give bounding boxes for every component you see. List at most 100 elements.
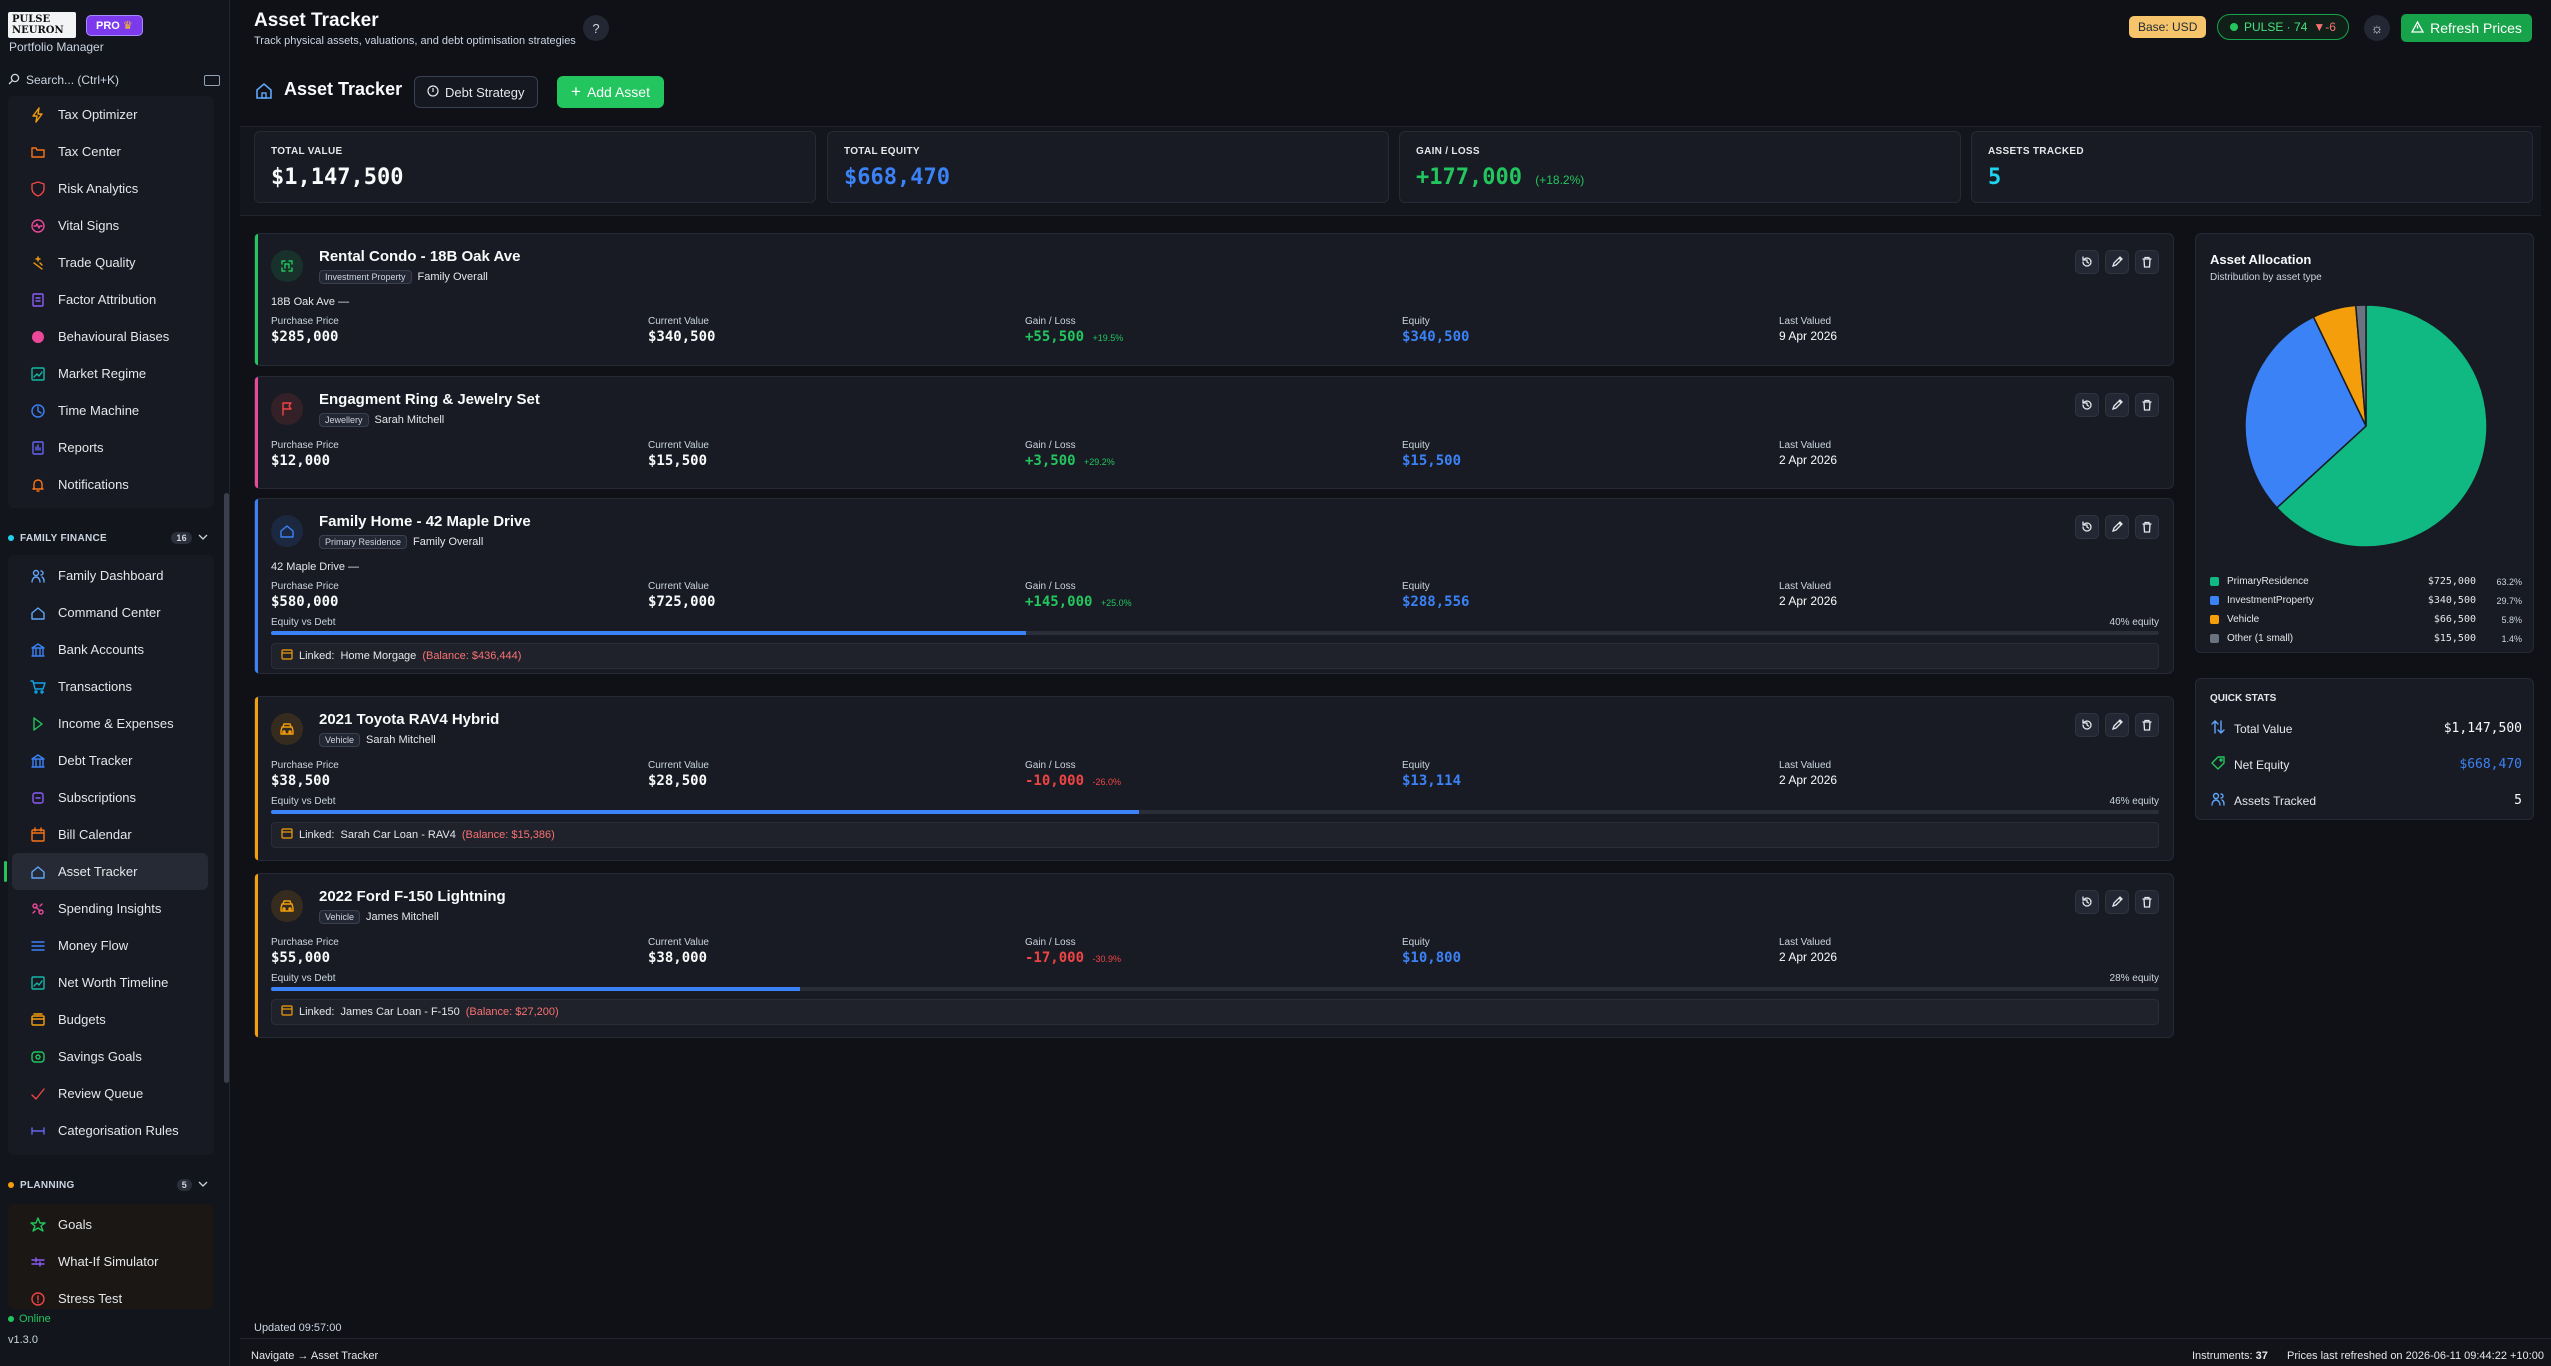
sidebar-item-vital-signs[interactable]: Vital Signs: [12, 207, 208, 244]
stat-percent: (+18.2%): [1535, 173, 1585, 187]
asset-address: 42 Maple Drive —: [271, 561, 360, 573]
sidebar-item-family-dashboard[interactable]: Family Dashboard: [12, 557, 208, 594]
sidebar-item-market-regime[interactable]: Market Regime: [12, 355, 208, 392]
sidebar-item-behavioural-biases[interactable]: Behavioural Biases: [12, 318, 208, 355]
asset-card[interactable]: Rental Condo - 18B Oak Ave Investment Pro…: [254, 233, 2174, 366]
sidebar-item-tax-center[interactable]: Tax Center: [12, 133, 208, 170]
metric-label: Purchase Price: [271, 581, 339, 592]
sidebar-item-command-center[interactable]: Command Center: [12, 594, 208, 631]
history-icon[interactable]: [2075, 393, 2099, 417]
sidebar-item-factor-attribution[interactable]: Factor Attribution: [12, 281, 208, 318]
linked-loan-name: James Car Loan - F-150: [340, 1006, 460, 1018]
section-dot: [8, 535, 14, 541]
metric-value: +3,500 +29.2%: [1025, 453, 1115, 469]
chart-icon: [30, 975, 46, 991]
help-button[interactable]: ?: [583, 15, 609, 41]
sidebar-item-notifications[interactable]: Notifications: [12, 466, 208, 503]
equity-vs-debt-label: Equity vs Debt: [271, 796, 336, 807]
debt-strategy-button[interactable]: Debt Strategy: [414, 76, 538, 108]
theme-toggle-button[interactable]: ☼: [2364, 15, 2390, 41]
sidebar-item-income-expenses[interactable]: Income & Expenses: [12, 705, 208, 742]
delete-icon[interactable]: [2135, 515, 2159, 539]
sidebar-item-savings-goals[interactable]: Savings Goals: [12, 1038, 208, 1075]
sidebar-item-net-worth-timeline[interactable]: Net Worth Timeline: [12, 964, 208, 1001]
linked-loan[interactable]: Linked: Sarah Car Loan - RAV4 (Balance: $1…: [271, 822, 2159, 848]
quick-stat-row: Total Value $1,147,500: [2210, 719, 2522, 738]
linked-loan[interactable]: Linked: James Car Loan - F-150 (Balance: $…: [271, 999, 2159, 1025]
section-planning[interactable]: PLANNING 5: [8, 1175, 208, 1195]
app-logo[interactable]: PULSE NEURON: [8, 12, 76, 38]
edit-icon[interactable]: [2105, 250, 2129, 274]
sidebar-item-reports[interactable]: Reports: [12, 429, 208, 466]
sidebar-item-trade-quality[interactable]: Trade Quality: [12, 244, 208, 281]
base-currency-badge[interactable]: Base: USD: [2129, 16, 2207, 38]
building-icon: [271, 250, 303, 282]
history-icon[interactable]: [2075, 713, 2099, 737]
metric-last-valued: Last Valued 2 Apr 2026: [1779, 581, 1837, 608]
document-icon: [30, 292, 46, 308]
sidebar-item-label: Asset Tracker: [58, 864, 138, 879]
search-bar[interactable]: Search... (Ctrl+K): [8, 70, 220, 90]
add-asset-button[interactable]: + Add Asset: [557, 76, 664, 108]
edit-icon[interactable]: [2105, 393, 2129, 417]
sidebar-item-what-if-simulator[interactable]: What-If Simulator: [12, 1243, 208, 1280]
metric-value: $340,500: [1402, 329, 1469, 345]
sidebar-item-goals[interactable]: Goals: [12, 1206, 208, 1243]
sidebar-item-review-queue[interactable]: Review Queue: [12, 1075, 208, 1112]
sidebar-item-bill-calendar[interactable]: Bill Calendar: [12, 816, 208, 853]
delete-icon[interactable]: [2135, 713, 2159, 737]
house-icon: [271, 515, 303, 547]
sidebar-item-categorisation-rules[interactable]: Categorisation Rules: [12, 1112, 208, 1149]
sidebar-item-debt-tracker[interactable]: Debt Tracker: [12, 742, 208, 779]
arrow-icon: [30, 716, 46, 732]
linked-loan-balance: (Balance: $15,386): [461, 829, 555, 841]
sidebar-item-tax-optimizer[interactable]: Tax Optimizer: [12, 96, 208, 133]
asset-owner: Family Overall: [413, 536, 484, 548]
asset-card[interactable]: Engagment Ring & Jewelry Set Jewellery Sar…: [254, 376, 2174, 489]
linked-loan[interactable]: Linked: Home Morgage (Balance: $436,444): [271, 643, 2159, 669]
delete-icon[interactable]: [2135, 250, 2159, 274]
asset-card[interactable]: 2022 Ford F-150 Lightning Vehicle James Mi…: [254, 873, 2174, 1038]
sidebar-item-risk-analytics[interactable]: Risk Analytics: [12, 170, 208, 207]
edit-icon[interactable]: [2105, 515, 2129, 539]
history-icon[interactable]: [2075, 890, 2099, 914]
section-family-finance[interactable]: FAMILY FINANCE 16: [8, 528, 208, 548]
bank-icon: [30, 753, 46, 769]
history-icon[interactable]: [2075, 250, 2099, 274]
metric-value-text: $38,000: [648, 950, 708, 966]
metric-label: Current Value: [648, 440, 709, 451]
sidebar-item-time-machine[interactable]: Time Machine: [12, 392, 208, 429]
allocation-legend: PrimaryResidence $725,000 63.2% InvestmentP…: [2210, 572, 2522, 648]
sidebar-item-label: Subscriptions: [58, 790, 137, 805]
asset-type-tag: Vehicle: [319, 910, 361, 924]
sidebar-item-transactions[interactable]: Transactions: [12, 668, 208, 705]
sidebar-item-bank-accounts[interactable]: Bank Accounts: [12, 631, 208, 668]
pulse-score-badge[interactable]: PULSE · 74 ▼-6: [2217, 14, 2349, 40]
sidebar-item-subscriptions[interactable]: Subscriptions: [12, 779, 208, 816]
users-icon: [30, 568, 46, 584]
sidebar-item-stress-test[interactable]: Stress Test: [12, 1280, 208, 1317]
sidebar-scrollbar[interactable]: [224, 493, 229, 1083]
metric-gain-loss: Gain / Loss +55,500 +19.5%: [1025, 316, 1123, 345]
metric-label: Purchase Price: [271, 937, 339, 948]
prices-refreshed-text: Prices last refreshed on 2026-06-11 09:4…: [2287, 1350, 2544, 1362]
refresh-prices-button[interactable]: Refresh Prices: [2401, 14, 2532, 42]
asset-card[interactable]: 2021 Toyota RAV4 Hybrid Vehicle Sarah Mitc…: [254, 696, 2174, 861]
metric-value: $12,000: [271, 453, 339, 469]
sidebar-toggle-icon[interactable]: [204, 74, 220, 86]
search-input[interactable]: Search... (Ctrl+K): [26, 73, 119, 87]
asset-card[interactable]: Family Home - 42 Maple Drive Primary Resi…: [254, 498, 2174, 674]
history-icon[interactable]: [2075, 515, 2099, 539]
delete-icon[interactable]: [2135, 890, 2159, 914]
edit-icon[interactable]: [2105, 890, 2129, 914]
sidebar-item-asset-tracker[interactable]: Asset Tracker: [4, 853, 208, 890]
sidebar-item-money-flow[interactable]: Money Flow: [12, 927, 208, 964]
metric-gain-loss: Gain / Loss -17,000 -30.9%: [1025, 937, 1121, 966]
sidebar-item-spending-insights[interactable]: Spending Insights: [12, 890, 208, 927]
sidebar-item-budgets[interactable]: Budgets: [12, 1001, 208, 1038]
nav-family: Family Dashboard Command Center Bank Accou…: [4, 557, 208, 1149]
delete-icon[interactable]: [2135, 393, 2159, 417]
stat-card: TOTAL EQUITY $668,470: [827, 131, 1389, 203]
asset-type-tag: Vehicle: [319, 733, 361, 747]
edit-icon[interactable]: [2105, 713, 2129, 737]
